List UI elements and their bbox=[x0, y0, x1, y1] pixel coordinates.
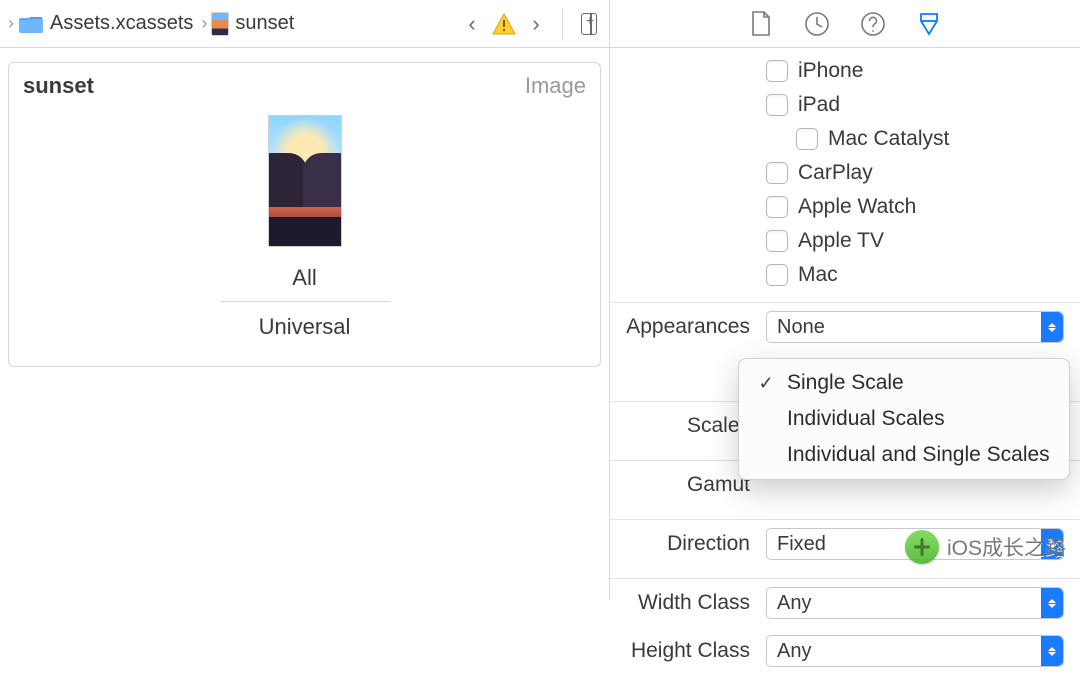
select-value: None bbox=[777, 316, 825, 339]
watermark-icon bbox=[905, 530, 939, 564]
device-label: Mac bbox=[798, 263, 838, 287]
image-well[interactable] bbox=[268, 115, 342, 247]
device-row-mac[interactable]: Mac bbox=[766, 258, 1064, 292]
tab-attributes-icon[interactable] bbox=[915, 10, 943, 38]
panel-add-button[interactable] bbox=[575, 10, 603, 38]
device-row-apple-tv[interactable]: Apple TV bbox=[766, 224, 1064, 258]
slot-sublabel: Universal bbox=[259, 314, 351, 340]
checkmark-icon: ✓ bbox=[757, 373, 775, 394]
menu-item-individual-scales[interactable]: Individual Scales bbox=[739, 401, 1069, 437]
menu-item-label: Single Scale bbox=[787, 371, 904, 395]
select-value: Any bbox=[777, 640, 811, 663]
appearances-label: Appearances bbox=[610, 315, 750, 339]
tab-history-icon[interactable] bbox=[803, 10, 831, 38]
device-label: iPhone bbox=[798, 59, 863, 83]
width-class-select[interactable]: Any bbox=[766, 587, 1064, 619]
checkbox[interactable] bbox=[766, 60, 788, 82]
chevron-right-icon: › bbox=[199, 13, 209, 34]
checkbox[interactable] bbox=[766, 230, 788, 252]
slot-label: All bbox=[292, 265, 316, 291]
checkbox[interactable] bbox=[796, 128, 818, 150]
device-label: iPad bbox=[798, 93, 840, 117]
device-label: Mac Catalyst bbox=[828, 127, 949, 151]
appearances-select[interactable]: None bbox=[766, 311, 1064, 343]
asset-canvas: sunset Image All Universal bbox=[0, 48, 609, 381]
asset-thumb-icon[interactable] bbox=[211, 12, 229, 36]
asset-card[interactable]: sunset Image All Universal bbox=[8, 62, 601, 367]
devices-group: iPhone iPad Mac Catalyst CarPlay Apple W… bbox=[610, 54, 1080, 292]
direction-label: Direction bbox=[610, 532, 750, 556]
chevron-updown-icon bbox=[1041, 636, 1063, 666]
asset-name: sunset bbox=[23, 73, 94, 99]
checkbox[interactable] bbox=[766, 196, 788, 218]
device-row-carplay[interactable]: CarPlay bbox=[766, 156, 1064, 190]
breadcrumb-catalog[interactable]: Assets.xcassets bbox=[46, 12, 197, 35]
scales-popup: ✓ Single Scale Individual Scales Individu… bbox=[738, 358, 1070, 480]
device-row-iphone[interactable]: iPhone bbox=[766, 54, 1064, 88]
watermark: iOS成长之路 bbox=[905, 530, 1066, 564]
menu-item-label: Individual and Single Scales bbox=[787, 443, 1050, 467]
select-value: Fixed bbox=[777, 533, 826, 556]
inspector-tabs bbox=[610, 0, 1080, 48]
checkbox[interactable] bbox=[766, 264, 788, 286]
device-label: Apple Watch bbox=[798, 195, 916, 219]
tab-help-icon[interactable] bbox=[859, 10, 887, 38]
height-class-label: Height Class bbox=[610, 639, 750, 663]
chevron-updown-icon bbox=[1041, 312, 1063, 342]
checkbox[interactable] bbox=[766, 94, 788, 116]
breadcrumb: › Assets.xcassets › sunset ‹ › bbox=[0, 0, 609, 48]
height-class-select[interactable]: Any bbox=[766, 635, 1064, 667]
menu-item-label: Individual Scales bbox=[787, 407, 945, 431]
menu-item-single-scale[interactable]: ✓ Single Scale bbox=[739, 365, 1069, 401]
divider bbox=[562, 9, 563, 39]
watermark-text: iOS成长之路 bbox=[947, 532, 1066, 562]
chevron-right-icon: › bbox=[6, 13, 16, 34]
checkbox[interactable] bbox=[766, 162, 788, 184]
select-value: Any bbox=[777, 592, 811, 615]
device-label: CarPlay bbox=[798, 161, 873, 185]
warning-icon[interactable] bbox=[492, 13, 516, 35]
nav-forward-button[interactable]: › bbox=[522, 10, 550, 38]
tab-file-icon[interactable] bbox=[747, 10, 775, 38]
device-row-apple-watch[interactable]: Apple Watch bbox=[766, 190, 1064, 224]
device-row-mac-catalyst[interactable]: Mac Catalyst bbox=[796, 122, 1064, 156]
menu-item-individual-and-single[interactable]: Individual and Single Scales bbox=[739, 437, 1069, 473]
width-class-label: Width Class bbox=[610, 591, 750, 615]
device-row-ipad[interactable]: iPad bbox=[766, 88, 1064, 122]
divider bbox=[220, 301, 390, 302]
nav-back-button[interactable]: ‹ bbox=[458, 10, 486, 38]
chevron-updown-icon bbox=[1041, 588, 1063, 618]
gamut-label: Gamut bbox=[610, 473, 750, 497]
folder-icon[interactable] bbox=[18, 14, 44, 34]
asset-type: Image bbox=[525, 73, 586, 99]
device-label: Apple TV bbox=[798, 229, 884, 253]
breadcrumb-asset[interactable]: sunset bbox=[231, 12, 298, 35]
scales-label: Scales bbox=[610, 414, 750, 438]
